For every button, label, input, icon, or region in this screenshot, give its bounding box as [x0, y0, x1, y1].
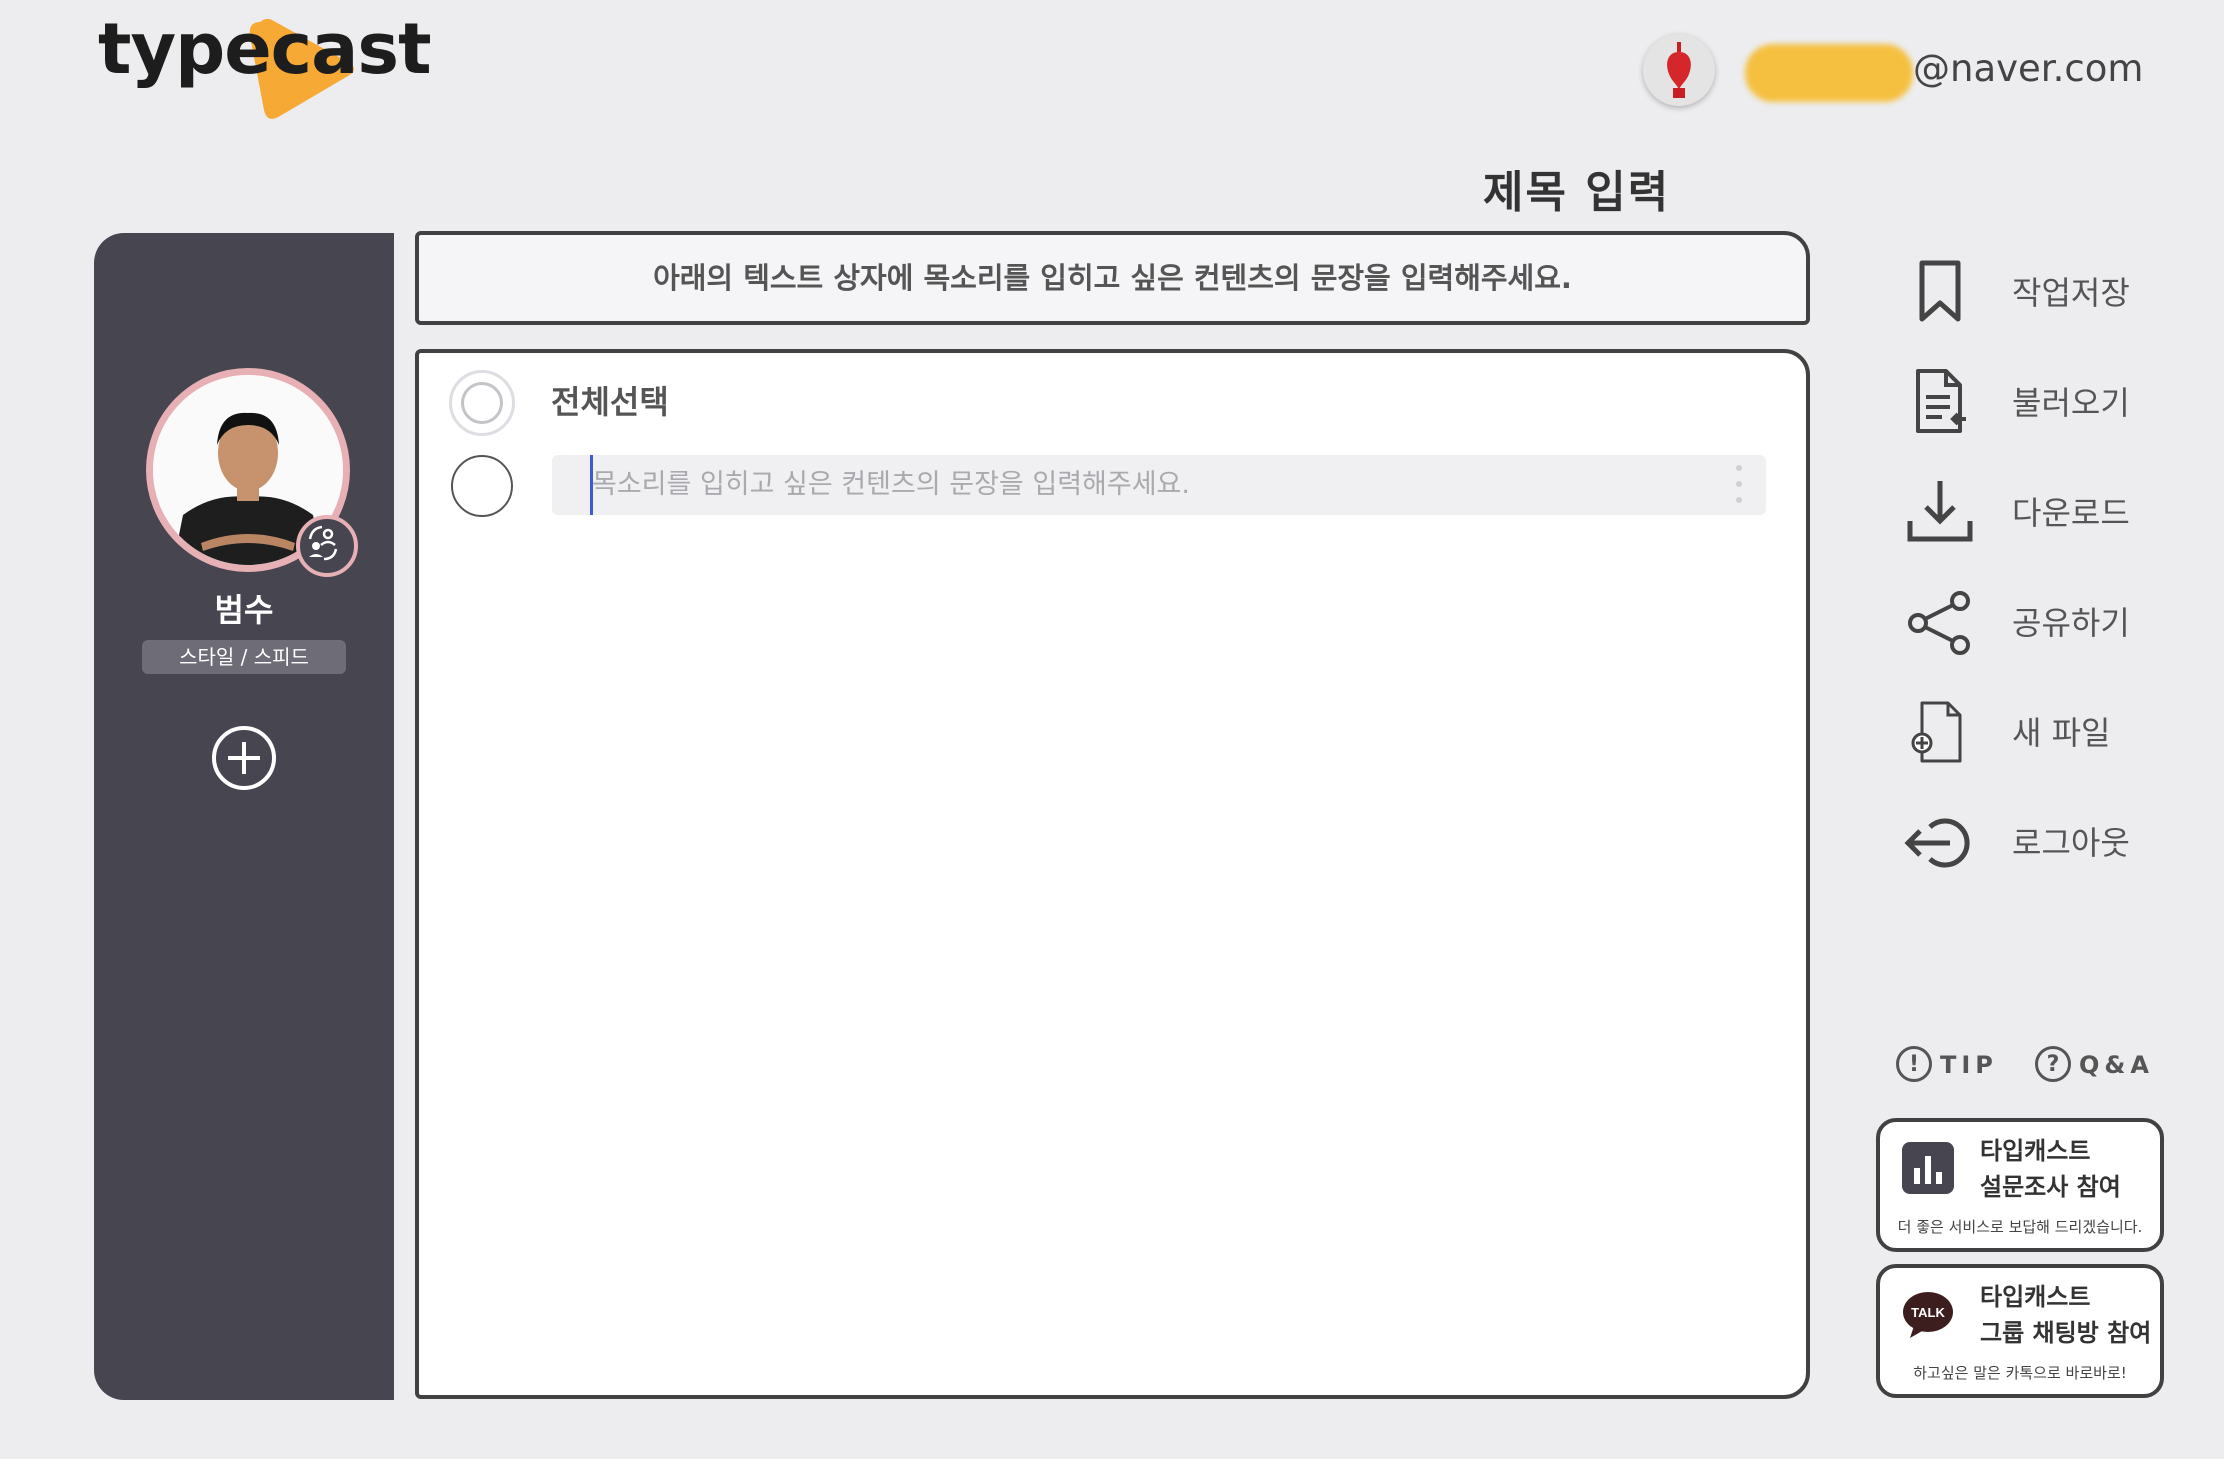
project-title[interactable]: 제목 입력 — [1483, 156, 1670, 220]
select-all-label[interactable]: 전체선택 — [551, 380, 669, 424]
svg-text:TALK: TALK — [1911, 1305, 1945, 1320]
menu-item-label: 공유하기 — [2012, 604, 2130, 642]
user-email[interactable]: @naver.com — [1913, 44, 2143, 94]
typecast-logo[interactable]: typecast — [98, 14, 438, 124]
sentence-input[interactable]: 목소리를 입히고 싶은 컨텐츠의 문장을 입력해주세요. — [552, 455, 1766, 515]
menu-item-save[interactable]: 작업저장 — [1900, 253, 2160, 333]
share-icon — [1908, 591, 1970, 655]
promo-subtext: 하고싶은 말은 카톡으로 바로바로! — [1913, 1364, 2127, 1382]
question-circle-icon: ? — [2035, 1046, 2071, 1082]
logout-icon — [1904, 818, 1970, 868]
menu-item-label: 작업저장 — [2012, 274, 2130, 312]
sentence-more-icon[interactable] — [1736, 465, 1744, 505]
menu-item-label: 다운로드 — [2012, 494, 2130, 532]
plus-circle-icon — [212, 726, 276, 790]
qna-link[interactable]: ? Q&A — [2035, 1046, 2165, 1088]
menu-item-logout[interactable]: 로그아웃 — [1900, 803, 2160, 883]
menu-item-share[interactable]: 공유하기 — [1900, 583, 2160, 663]
actor-name: 범수 — [214, 591, 274, 629]
promo-line2: 설문조사 참여 — [1980, 1173, 2121, 1201]
sentence-select-radio[interactable] — [451, 455, 513, 517]
exclamation-circle-icon: ! — [1896, 1046, 1932, 1082]
add-actor-button[interactable] — [211, 725, 277, 791]
menu-item-load[interactable]: 불러오기 — [1900, 363, 2160, 443]
bookmark-icon — [1919, 260, 1961, 322]
menu-item-label: 새 파일 — [2012, 714, 2111, 752]
menu-item-label: 불러오기 — [2012, 384, 2130, 422]
survey-chart-icon — [1902, 1142, 1954, 1194]
user-avatar[interactable] — [1643, 34, 1715, 106]
tip-link[interactable]: ! TIP — [1896, 1046, 2006, 1088]
sentence-placeholder: 목소리를 입히고 싶은 컨텐츠의 문장을 입력해주세요. — [592, 469, 1190, 500]
promo-line2: 그룹 채팅방 참여 — [1980, 1319, 2152, 1347]
load-document-icon — [1916, 369, 1966, 433]
instruction-banner: 아래의 텍스트 상자에 목소리를 입히고 싶은 컨텐츠의 문장을 입력해주세요. — [415, 231, 1810, 325]
user-avatar-image-icon — [1643, 34, 1715, 106]
new-file-icon — [1911, 701, 1962, 763]
survey-promo-card[interactable]: 타입캐스트 설문조사 참여 더 좋은 서비스로 보답해 드리겠습니다. — [1876, 1118, 2164, 1252]
promo-line1: 타입캐스트 — [1980, 1283, 2091, 1311]
email-redaction — [1745, 44, 1913, 102]
style-speed-button[interactable]: 스타일 / 스피드 — [142, 640, 346, 674]
menu-item-new-file[interactable]: 새 파일 — [1900, 693, 2160, 773]
tip-label: TIP — [1940, 1051, 1998, 1079]
kakao-promo-card[interactable]: TALK 타입캐스트 그룹 채팅방 참여 하고싶은 말은 카톡으로 바로바로! — [1876, 1264, 2164, 1398]
menu-item-download[interactable]: 다운로드 — [1900, 473, 2160, 553]
swap-actor-icon — [308, 525, 338, 561]
promo-line1: 타입캐스트 — [1980, 1137, 2091, 1165]
logo-text: typecast — [98, 8, 432, 90]
download-icon — [1907, 481, 1973, 542]
change-actor-button[interactable] — [296, 515, 358, 577]
promo-subtext: 더 좋은 서비스로 보답해 드리겠습니다. — [1897, 1218, 2143, 1236]
qna-label: Q&A — [2079, 1051, 2154, 1079]
kakao-talk-icon: TALK — [1903, 1292, 1953, 1338]
select-all-radio[interactable] — [449, 370, 515, 436]
menu-item-label: 로그아웃 — [2012, 824, 2130, 862]
